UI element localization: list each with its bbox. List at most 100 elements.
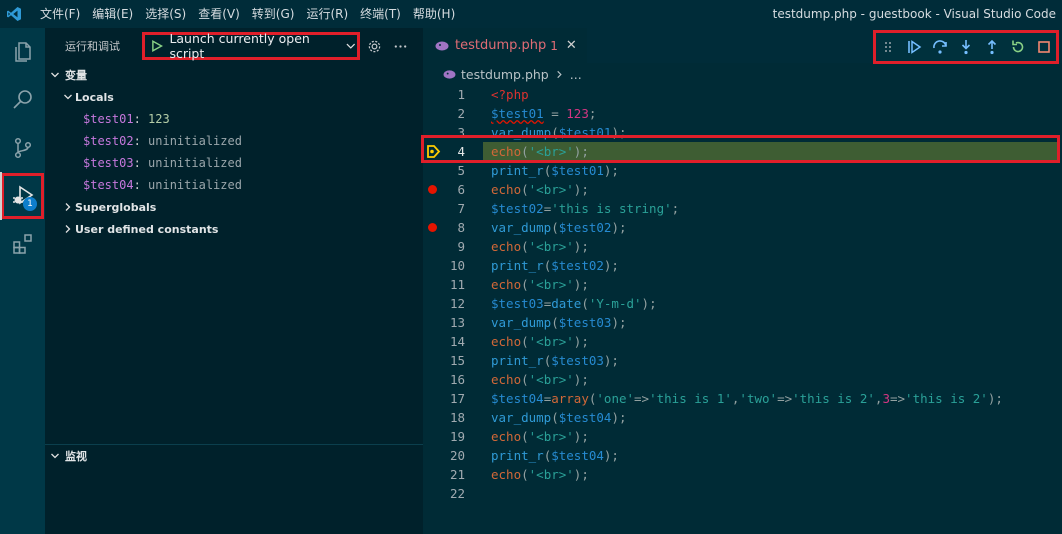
menu-view[interactable]: 查看(V): [192, 0, 246, 28]
code-line[interactable]: 11 echo('<br>');: [423, 275, 1062, 294]
stop-icon[interactable]: [1036, 39, 1052, 55]
menu-run[interactable]: 运行(R): [300, 0, 354, 28]
code-text: echo('<br>');: [491, 182, 589, 197]
step-out-icon[interactable]: [984, 39, 1000, 55]
breadcrumb-file[interactable]: testdump.php: [461, 67, 549, 82]
variable-row[interactable]: $test02: uninitialized: [45, 130, 423, 152]
superglobals-group[interactable]: Superglobals: [45, 196, 423, 218]
menu-selection[interactable]: 选择(S): [139, 0, 192, 28]
code-line[interactable]: 6 echo('<br>');: [423, 180, 1062, 199]
menu-edit[interactable]: 编辑(E): [86, 0, 139, 28]
close-icon[interactable]: ✕: [566, 38, 577, 53]
current-line-annotation-box: [421, 135, 1060, 163]
menu-file[interactable]: 文件(F): [34, 0, 86, 28]
code-line[interactable]: 9 echo('<br>');: [423, 237, 1062, 256]
start-debugging-icon[interactable]: [150, 39, 164, 53]
code-text: echo('<br>');: [491, 239, 589, 254]
tab-testdump-php[interactable]: testdump.php 1 ✕: [423, 28, 587, 63]
code-editor[interactable]: 1 <?php 2 $test01 = 123; 3 var_dump($test01…: [421, 85, 1062, 503]
code-text: echo('<br>');: [491, 467, 589, 482]
code-line[interactable]: 22: [423, 484, 1062, 503]
code-text: $test04=array('one'=>'this is 1','two'=>…: [491, 391, 1003, 406]
code-line[interactable]: 13 var_dump($test03);: [423, 313, 1062, 332]
continue-icon[interactable]: [906, 39, 922, 55]
source-control-activity[interactable]: [0, 124, 45, 172]
variable-name: $test01: [83, 112, 134, 126]
line-number: 5: [457, 163, 465, 178]
gear-icon[interactable]: [366, 38, 382, 54]
colon: :: [133, 156, 149, 170]
step-over-icon[interactable]: [932, 39, 948, 55]
line-number: 12: [449, 296, 465, 311]
menu-terminal[interactable]: 终端(T): [354, 0, 407, 28]
code-line[interactable]: 19 echo('<br>');: [423, 427, 1062, 446]
variable-value: uninitialized: [148, 134, 242, 148]
code-line[interactable]: 10 print_r($test02);: [423, 256, 1062, 275]
chevron-down-icon: [346, 43, 356, 49]
search-icon: [12, 90, 32, 109]
variable-row[interactable]: $test01: 123: [45, 108, 423, 130]
code-line[interactable]: 5 print_r($test01);: [423, 161, 1062, 180]
code-line[interactable]: 21 echo('<br>');: [423, 465, 1062, 484]
menu-help[interactable]: 帮助(H): [407, 0, 461, 28]
code-text: $test01 = 123;: [491, 106, 597, 121]
code-text: var_dump($test03);: [491, 315, 627, 330]
locals-group[interactable]: Locals: [45, 86, 423, 108]
menu-go[interactable]: 转到(G): [246, 0, 301, 28]
code-line[interactable]: 16 echo('<br>');: [423, 370, 1062, 389]
variable-row[interactable]: $test03: uninitialized: [45, 152, 423, 174]
chevron-down-icon: [64, 94, 72, 100]
code-line[interactable]: 7 $test02='this is string';: [423, 199, 1062, 218]
code-text: var_dump($test04);: [491, 410, 627, 425]
extensions-activity[interactable]: [0, 220, 45, 268]
step-into-icon[interactable]: [958, 39, 974, 55]
variable-name: $test02: [83, 134, 134, 148]
search-activity[interactable]: [0, 76, 45, 124]
variable-row[interactable]: $test04: uninitialized: [45, 174, 423, 196]
line-number: 1: [457, 87, 465, 102]
watch-section-header[interactable]: 监视: [45, 444, 423, 466]
php-file-icon: [443, 69, 456, 79]
line-number: 6: [457, 182, 465, 197]
variable-name: $test04: [83, 178, 134, 192]
source-control-icon: [14, 137, 31, 159]
window-title: testdump.php - guestbook - Visual Studio…: [772, 7, 1056, 21]
code-line[interactable]: 14 echo('<br>');: [423, 332, 1062, 351]
line-number: 18: [449, 410, 465, 425]
launch-config-dropdown[interactable]: Launch currently open script: [142, 31, 360, 61]
code-line[interactable]: 2 $test01 = 123;: [423, 104, 1062, 123]
code-line[interactable]: 8 var_dump($test02);: [423, 218, 1062, 237]
chevron-down-icon: [51, 72, 59, 78]
explorer-activity[interactable]: [0, 28, 45, 76]
code-line[interactable]: 18 var_dump($test04);: [423, 408, 1062, 427]
code-line[interactable]: 15 print_r($test03);: [423, 351, 1062, 370]
variables-section-header[interactable]: 变量: [45, 64, 423, 86]
drag-handle-icon[interactable]: [880, 39, 896, 55]
line-number: 7: [457, 201, 465, 216]
code-text: print_r($test01);: [491, 163, 619, 178]
code-text: echo('<br>');: [491, 429, 589, 444]
restart-icon[interactable]: [1010, 39, 1026, 55]
user-constants-group[interactable]: User defined constants: [45, 218, 423, 240]
code-line[interactable]: 17 $test04=array('one'=>'this is 1','two'…: [423, 389, 1062, 408]
line-number: 9: [457, 239, 465, 254]
code-line[interactable]: 12 $test03=date('Y-m-d');: [423, 294, 1062, 313]
code-line[interactable]: 1 <?php: [423, 85, 1062, 104]
code-line[interactable]: 20 print_r($test04);: [423, 446, 1062, 465]
sidebar-header: 运行和调试 Launch currently open script: [45, 28, 423, 64]
vscode-logo-icon: [0, 0, 28, 28]
run-debug-activity[interactable]: 1: [0, 172, 45, 220]
tab-label: testdump.php: [455, 38, 547, 53]
colon: :: [133, 178, 149, 192]
watch-header-label: 监视: [65, 449, 87, 463]
files-icon: [14, 42, 31, 62]
breadcrumb-more[interactable]: ...: [570, 67, 582, 82]
tab-bar: testdump.php 1 ✕: [423, 28, 1062, 64]
superglobals-label: Superglobals: [75, 200, 157, 214]
code-text: print_r($test03);: [491, 353, 619, 368]
debug-toolbar: [873, 30, 1059, 64]
more-actions-icon[interactable]: [392, 38, 408, 54]
variable-value: uninitialized: [148, 178, 242, 192]
code-text: $test03=date('Y-m-d');: [491, 296, 657, 311]
chevron-right-icon: [65, 225, 71, 233]
